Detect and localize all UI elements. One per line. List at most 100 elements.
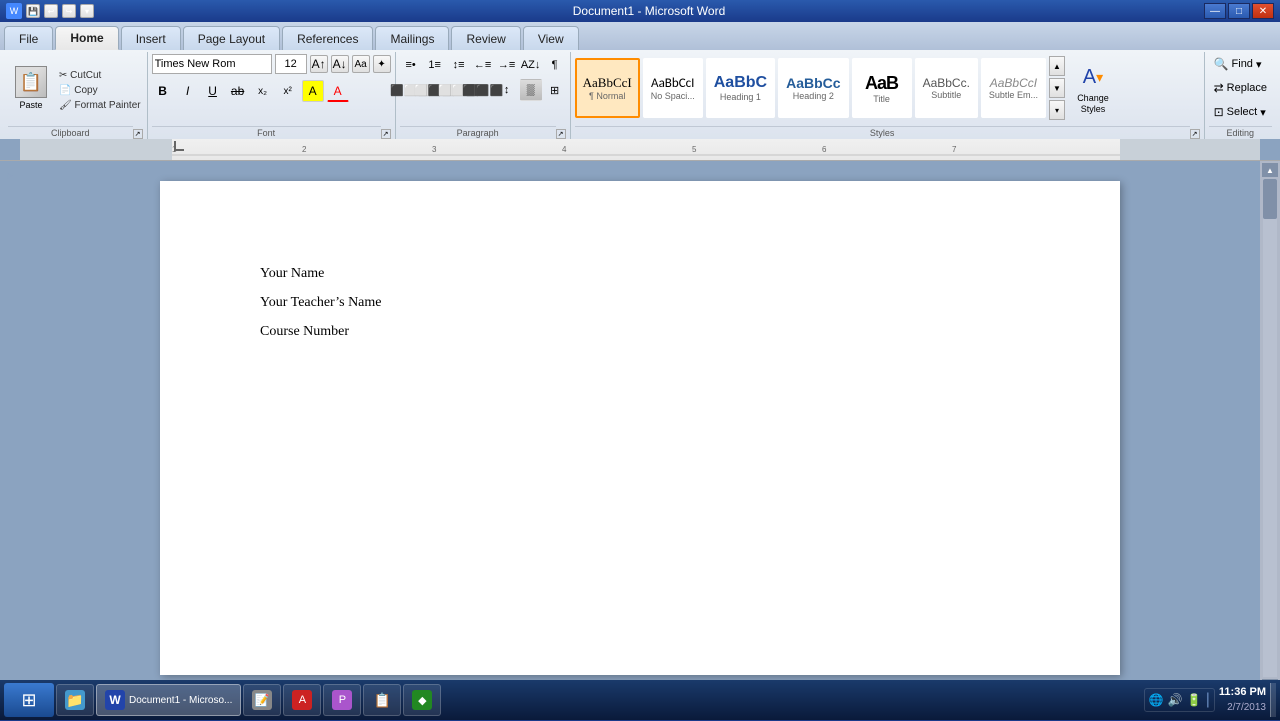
styles-scroll-down[interactable]: ▼ — [1049, 78, 1065, 98]
justify-button[interactable]: ⬛⬛⬛ — [472, 79, 494, 101]
italic-button[interactable]: I — [177, 80, 199, 102]
svg-text:2: 2 — [302, 145, 307, 154]
taskbar-notepad[interactable]: 📝 — [243, 684, 281, 716]
paste-button[interactable]: 📋 Paste — [8, 63, 54, 113]
taskbar-publisher[interactable]: P — [323, 684, 361, 716]
close-button[interactable]: ✕ — [1252, 3, 1274, 19]
underline-button[interactable]: U — [202, 80, 224, 102]
paragraph-expand-icon[interactable]: ↗ — [556, 129, 566, 139]
subscript-button[interactable]: x₂ — [252, 80, 274, 102]
change-case-button[interactable]: Aa — [352, 55, 370, 73]
line-spacing-button[interactable]: ↕ — [496, 79, 518, 101]
style-normal[interactable]: AaBbCcI ¶ Normal — [575, 58, 640, 118]
taskbar-word[interactable]: W Document1 - Microso... — [96, 684, 241, 716]
svg-text:3: 3 — [432, 145, 437, 154]
tab-file[interactable]: File — [4, 26, 53, 50]
change-styles-button[interactable]: A▾ ChangeStyles — [1068, 56, 1118, 120]
grow-font-button[interactable]: A↑ — [310, 55, 328, 73]
scroll-up-button[interactable]: ▲ — [1262, 163, 1278, 177]
font-size-input[interactable] — [275, 54, 307, 74]
line-3[interactable]: Course Number — [260, 319, 1020, 344]
bold-button[interactable]: B — [152, 80, 174, 102]
maximize-button[interactable]: □ — [1228, 3, 1250, 19]
sort-button[interactable]: AZ↓ — [520, 54, 542, 76]
style-heading1[interactable]: AaBbC Heading 1 — [706, 58, 775, 118]
style-heading2[interactable]: AaBbCc Heading 2 — [778, 58, 848, 118]
superscript-button[interactable]: x² — [277, 80, 299, 102]
style-normal-text: AaBbCcI — [583, 75, 632, 91]
document-area[interactable]: Your Name Your Teacher’s Name Course Num… — [20, 161, 1260, 695]
quick-access-undo[interactable]: ↩ — [44, 4, 58, 18]
font-name-input[interactable] — [152, 54, 272, 74]
show-desktop-sep: | — [1206, 691, 1210, 709]
font-expand-icon[interactable]: ↗ — [381, 129, 391, 139]
ruler-left-margin — [20, 139, 172, 160]
text-highlight-button[interactable]: A — [302, 80, 324, 102]
styles-scroll-up[interactable]: ▲ — [1049, 56, 1065, 76]
window-title: Document1 - Microsoft Word — [94, 4, 1204, 18]
tab-stop-indicator[interactable] — [174, 141, 184, 151]
battery-icon: 🔋 — [1187, 693, 1202, 707]
cut-button[interactable]: ✂ CutCut — [57, 69, 143, 82]
clipboard-expand-icon[interactable]: ↗ — [133, 129, 143, 139]
show-hide-button[interactable]: ¶ — [544, 54, 566, 76]
font-color-button[interactable]: A — [327, 80, 349, 102]
editing-group-label: Editing — [1209, 126, 1272, 139]
tab-page-layout[interactable]: Page Layout — [183, 26, 280, 50]
line-1[interactable]: Your Name — [260, 261, 1020, 286]
styles-group: AaBbCcI ¶ Normal AaBbCcI No Spaci... AaB… — [571, 52, 1205, 139]
shading-button[interactable]: ▒ — [520, 79, 542, 101]
vertical-scrollbar[interactable]: ▲ ▼ — [1260, 161, 1280, 695]
style-title[interactable]: AaB Title — [852, 58, 912, 118]
scroll-track — [1263, 179, 1277, 677]
select-icon: ⊡ — [1214, 105, 1224, 119]
multilevel-button[interactable]: ↕≡ — [448, 54, 470, 76]
minimize-button[interactable]: — — [1204, 3, 1226, 19]
quick-access-redo[interactable]: ↪ — [62, 4, 76, 18]
decrease-indent-button[interactable]: ←≡ — [472, 54, 494, 76]
right-margin-bar: ▲ ▼ — [1260, 161, 1280, 695]
style-nospace[interactable]: AaBbCcI No Spaci... — [643, 58, 703, 118]
show-desktop-button[interactable] — [1270, 683, 1276, 717]
line-2[interactable]: Your Teacher’s Name — [260, 290, 1020, 315]
taskbar-explorer[interactable]: 📁 — [56, 684, 94, 716]
quick-access-save[interactable]: 💾 — [26, 4, 40, 18]
format-painter-button[interactable]: 🖌 Format Painter — [57, 99, 143, 112]
quick-access-more[interactable]: ▾ — [80, 4, 94, 18]
start-button[interactable]: ⊞ — [4, 683, 54, 717]
clear-format-button[interactable]: ✦ — [373, 55, 391, 73]
ruler: 1 2 3 4 5 6 7 — [0, 139, 1280, 161]
scroll-thumb[interactable] — [1263, 179, 1277, 219]
window-controls[interactable]: — □ ✕ — [1204, 3, 1274, 19]
select-label: Select — [1227, 106, 1258, 118]
tab-references[interactable]: References — [282, 26, 373, 50]
tab-mailings[interactable]: Mailings — [375, 26, 449, 50]
bullets-button[interactable]: ≡• — [400, 54, 422, 76]
tab-view[interactable]: View — [523, 26, 579, 50]
network-icon: 🌐 — [1149, 693, 1164, 707]
increase-indent-button[interactable]: →≡ — [496, 54, 518, 76]
numbering-button[interactable]: 1≡ — [424, 54, 446, 76]
taskbar-access[interactable]: A — [283, 684, 321, 716]
document-page[interactable]: Your Name Your Teacher’s Name Course Num… — [160, 181, 1120, 675]
taskbar-onenote[interactable]: ◆ — [403, 684, 441, 716]
copy-button[interactable]: 📄 Copy — [57, 84, 143, 97]
style-subtle-em[interactable]: AaBbCcI Subtle Em... — [981, 58, 1046, 118]
cursor-line[interactable] — [260, 349, 1020, 374]
style-subtitle[interactable]: AaBbCc. Subtitle — [915, 58, 978, 118]
strikethrough-button[interactable]: ab — [227, 80, 249, 102]
styles-scroll-more[interactable]: ▾ — [1049, 100, 1065, 120]
taskbar-clipboard[interactable]: 📋 — [363, 684, 401, 716]
styles-expand-icon[interactable]: ↗ — [1190, 129, 1200, 139]
tab-review[interactable]: Review — [451, 26, 520, 50]
editing-group: 🔍 Find ▾ ⇄ Replace ⊡ Select ▾ Editing — [1205, 52, 1276, 139]
shrink-font-button[interactable]: A↓ — [331, 55, 349, 73]
select-button[interactable]: ⊡ Select ▾ — [1209, 102, 1271, 122]
borders-button[interactable]: ⊞ — [544, 79, 566, 101]
style-h1-label: Heading 1 — [720, 92, 761, 102]
tab-home[interactable]: Home — [55, 26, 118, 50]
style-nospace-label: No Spaci... — [651, 91, 695, 101]
tab-insert[interactable]: Insert — [121, 26, 181, 50]
find-button[interactable]: 🔍 Find ▾ — [1209, 54, 1267, 74]
replace-button[interactable]: ⇄ Replace — [1209, 78, 1272, 98]
